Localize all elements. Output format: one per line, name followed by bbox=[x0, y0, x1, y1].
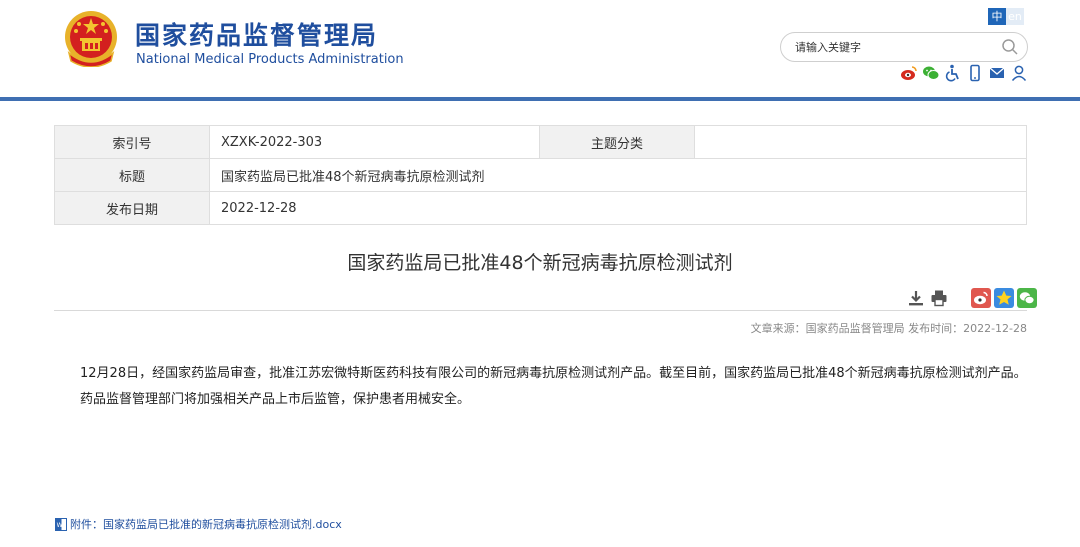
article-tools bbox=[906, 288, 1040, 308]
index-value: XZXK-2022-303 bbox=[209, 125, 540, 159]
meta-row-title: 标题 国家药监局已批准48个新冠病毒抗原检测试剂 bbox=[54, 158, 1027, 192]
print-icon[interactable] bbox=[929, 288, 949, 308]
weibo-icon[interactable] bbox=[900, 64, 918, 82]
attachment-prefix: 附件： bbox=[70, 518, 103, 531]
meta-row-date: 发布日期 2022-12-28 bbox=[54, 191, 1027, 225]
category-value bbox=[694, 125, 1027, 159]
lang-en-button[interactable]: en bbox=[1006, 8, 1024, 25]
attachment-file-link[interactable]: 国家药监局已批准的新冠病毒抗原检测试剂.docx bbox=[103, 516, 342, 532]
title-label: 标题 bbox=[54, 158, 210, 192]
date-label: 发布日期 bbox=[54, 191, 210, 225]
national-emblem-icon bbox=[65, 11, 117, 67]
meta-row-index: 索引号 XZXK-2022-303 主题分类 bbox=[54, 125, 1027, 159]
lang-zh-button[interactable]: 中 bbox=[988, 8, 1006, 25]
site-name-en[interactable]: National Medical Products Administration bbox=[136, 52, 404, 67]
title-value: 国家药监局已批准48个新冠病毒抗原检测试剂 bbox=[209, 158, 1027, 192]
language-switch: 中 en bbox=[988, 8, 1024, 25]
search-box bbox=[780, 32, 1028, 62]
title-divider bbox=[54, 310, 1027, 311]
accessibility-icon[interactable] bbox=[944, 64, 962, 82]
category-label: 主题分类 bbox=[539, 125, 695, 159]
tools-spacer bbox=[952, 288, 968, 308]
article-title: 国家药监局已批准48个新冠病毒抗原检测试剂 bbox=[347, 252, 733, 274]
attachment-link-row: W 附件： 国家药监局已批准的新冠病毒抗原检测试剂.docx bbox=[55, 516, 342, 532]
mobile-icon[interactable] bbox=[966, 64, 984, 82]
site-name-cn[interactable]: 国家药品监督管理局 bbox=[135, 16, 378, 52]
svg-text:W: W bbox=[57, 522, 63, 529]
article-paragraph: 12月28日，经国家药监局审查，批准江苏宏微特斯医药科技有限公司的新冠病毒抗原检… bbox=[80, 366, 1027, 407]
header-divider-bar bbox=[0, 97, 1080, 101]
wechat-icon[interactable] bbox=[922, 64, 940, 82]
index-label: 索引号 bbox=[54, 125, 210, 159]
docx-file-icon: W bbox=[55, 517, 67, 531]
wechat-share-icon[interactable] bbox=[1017, 288, 1037, 308]
download-icon[interactable] bbox=[906, 288, 926, 308]
article-meta-table: 索引号 XZXK-2022-303 主题分类 标题 国家药监局已批准48个新冠病… bbox=[54, 125, 1027, 225]
article-body: 12月28日，经国家药监局审查，批准江苏宏微特斯医药科技有限公司的新冠病毒抗原检… bbox=[80, 361, 1030, 413]
header-tool-icons bbox=[900, 64, 1028, 82]
article-source-line: 文章来源：国家药品监督管理局 发布时间：2022-12-28 bbox=[750, 322, 1027, 335]
site-header: 国家药品监督管理局 National Medical Products Admi… bbox=[0, 0, 1080, 97]
weibo-share-icon[interactable] bbox=[971, 288, 991, 308]
qzone-share-icon[interactable] bbox=[994, 288, 1014, 308]
search-icon[interactable] bbox=[1001, 38, 1019, 56]
mail-icon[interactable] bbox=[988, 64, 1006, 82]
user-icon[interactable] bbox=[1010, 64, 1028, 82]
date-value: 2022-12-28 bbox=[209, 191, 1027, 225]
search-input[interactable] bbox=[795, 38, 985, 56]
